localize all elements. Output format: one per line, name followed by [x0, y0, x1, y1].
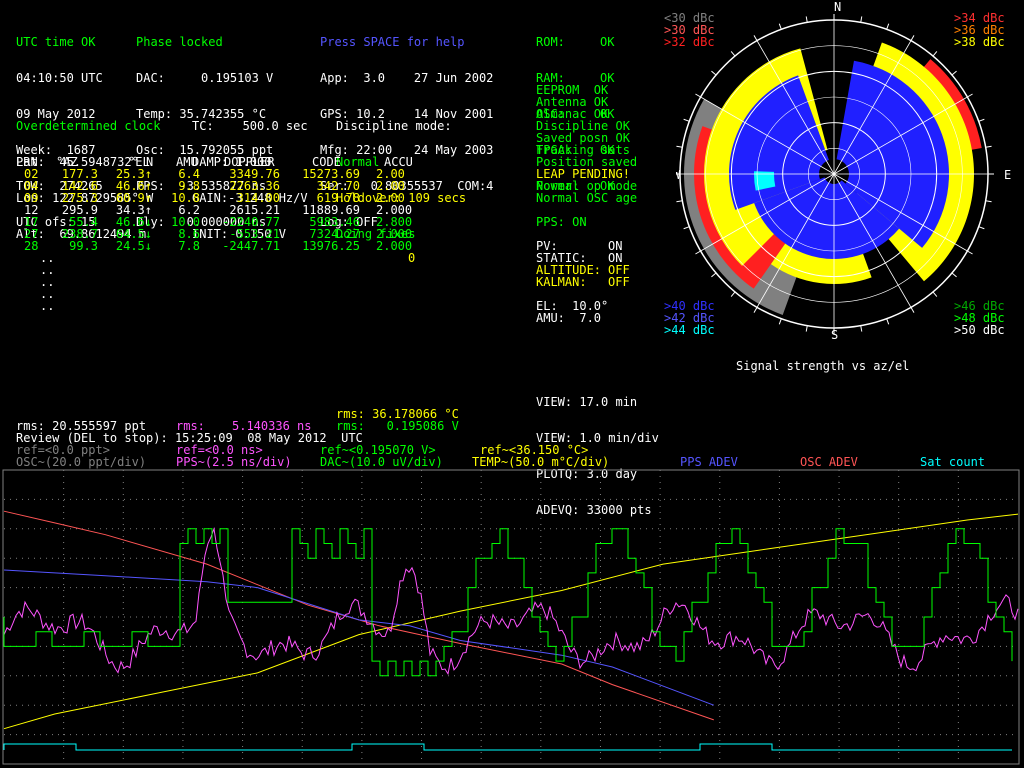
dac-series-line [3, 528, 1013, 677]
polar-caption: Signal strength vs az/el [736, 359, 910, 373]
dbc-legend-bottom-right: >46 dBc >48 dBc >50 dBc [954, 300, 1005, 336]
azimuth-tick [910, 307, 915, 313]
satellite-table: PRN °AZ °EL AMU DOPPLER CODE ACCU 02 177.3 25.3↑ 6… [16, 156, 426, 316]
azimuth-tick [683, 118, 690, 122]
series-line [3, 513, 1019, 730]
pps-scale: PPS~(2.5 ns/div) [176, 455, 292, 469]
azimuth-tick [886, 318, 890, 325]
receiver-status-list: EEPROM OK Antenna OK Almanac OK Discipline … [536, 84, 637, 204]
polar-grid [676, 14, 994, 334]
azimuth-tick [860, 325, 863, 332]
dbc-legend-bottom-left: >40 dBc >42 dBc >44 dBc [664, 300, 715, 336]
accuracy-cell: 2.000 [376, 239, 413, 253]
osc-scale: OSC~(20.0 ppt/div) [16, 455, 147, 469]
utc-time: 04:10:50 UTC [16, 71, 103, 85]
azimuth-tick [730, 291, 736, 297]
chart-series [3, 510, 1019, 751]
dbc-legend-top-right: >34 dBc >36 dBc >38 dBc [954, 12, 1005, 48]
azimuth-tick [860, 16, 863, 23]
azimuth-tick [886, 23, 890, 30]
dbc-legend-top-left: <30 dBc >30 dBc >32 dBc [664, 12, 715, 48]
phase-locked: Phase locked [136, 35, 223, 49]
dbc-legend-item: >44 dBc [664, 323, 715, 337]
osc-adev-legend: OSC ADEV [800, 455, 858, 469]
azimuth-tick [676, 200, 683, 203]
dbc-legend-item: >32 dBc [664, 35, 715, 49]
azimuth-tick [778, 318, 782, 325]
azimuth-tick [951, 70, 957, 76]
overdetermined-clock: Overdetermined clock [16, 119, 161, 133]
series-line [3, 569, 714, 706]
dbc-legend-item: >38 dBc [954, 35, 1005, 49]
azimuth-tick [932, 291, 938, 297]
satellite-row[interactable]: 28 99.3 24.5↓ 7.8 -2447.71 13976.25 2.000 [16, 240, 426, 252]
azimuth-tick [753, 35, 758, 41]
health-item: ROM: OK [536, 35, 615, 49]
chart-frame [2, 469, 1020, 765]
azimuth-tick [805, 16, 808, 23]
azimuth-tick [967, 250, 973, 255]
azimuth-tick [711, 70, 717, 76]
azimuth-tick [730, 51, 736, 57]
help-line: App: 3.0 27 Jun 2002 [320, 71, 494, 85]
strip-chart [2, 469, 1020, 765]
signal-map [684, 42, 982, 315]
azimuth-tick [778, 23, 782, 30]
compass-east: E [1004, 168, 1011, 182]
azimuth-tick [683, 226, 690, 230]
pps-status: PPS: ON [536, 215, 587, 229]
azimuth-tick [753, 307, 758, 313]
azimuth-tick [985, 200, 992, 203]
pps-adev-legend: PPS ADEV [680, 455, 738, 469]
elevation-cell: 24.5↓ [115, 239, 152, 253]
prn-cell: 28 [24, 239, 39, 253]
amu-cell: 7.8 [178, 239, 200, 253]
doppler-cell: -2447.71 [222, 239, 280, 253]
extra-accu-value: 0 [408, 251, 416, 265]
azimuth-tick [910, 35, 915, 41]
mode-value: OFF [608, 275, 630, 289]
code-cell: 13976.25 [302, 239, 360, 253]
receiver-status-line: Normal OSC age [536, 191, 638, 205]
azimuth-tick [676, 145, 683, 148]
view-line: VIEW: 17.0 min [536, 395, 638, 409]
time-constant: TC: 500.0 sec [192, 119, 308, 133]
compass-north: N [834, 0, 841, 14]
azimuth-tick [932, 51, 938, 57]
receiver-mode-line: KALMAN: OFF [536, 275, 630, 289]
phase-line: DAC: 0.195103 V [136, 71, 274, 85]
azimuth-tick [695, 93, 701, 98]
series-line [3, 510, 714, 721]
modes-block: PV: ON STATIC: ON ALTITUDE: OFF KALMAN: OFF [536, 240, 630, 289]
discipline-mode-label: Discipline mode: [336, 119, 452, 133]
azimuth-tick [978, 118, 985, 122]
azimuth-tick [985, 145, 992, 148]
azimuth-tick [978, 226, 985, 230]
temp-scale: TEMP~(50.0 m°C/div) [472, 455, 610, 469]
dac-scale: DAC~(10.0 uV/div) [320, 455, 443, 469]
empty-satellite-slot: .. [40, 299, 55, 313]
azimuth-tick [951, 272, 957, 278]
mode-label: KALMAN: [536, 275, 587, 289]
compass-south: S [831, 328, 838, 342]
azimuth-cell: 99.3 [69, 239, 98, 253]
azimuth-tick [805, 325, 808, 332]
azimuth-tick [967, 93, 973, 98]
dbc-legend-item: >50 dBc [954, 323, 1005, 337]
amu-mask: AMU: 7.0 [536, 311, 602, 325]
utc-time-ok: UTC time OK [16, 35, 96, 49]
chart-grid [4, 470, 1018, 764]
sat-count-series-line [3, 743, 1012, 751]
press-space-help[interactable]: Press SPACE for help [320, 36, 493, 48]
sat-count-legend: Sat count [920, 455, 986, 469]
azimuth-tick [711, 272, 717, 278]
azimuth-tick [695, 250, 701, 255]
